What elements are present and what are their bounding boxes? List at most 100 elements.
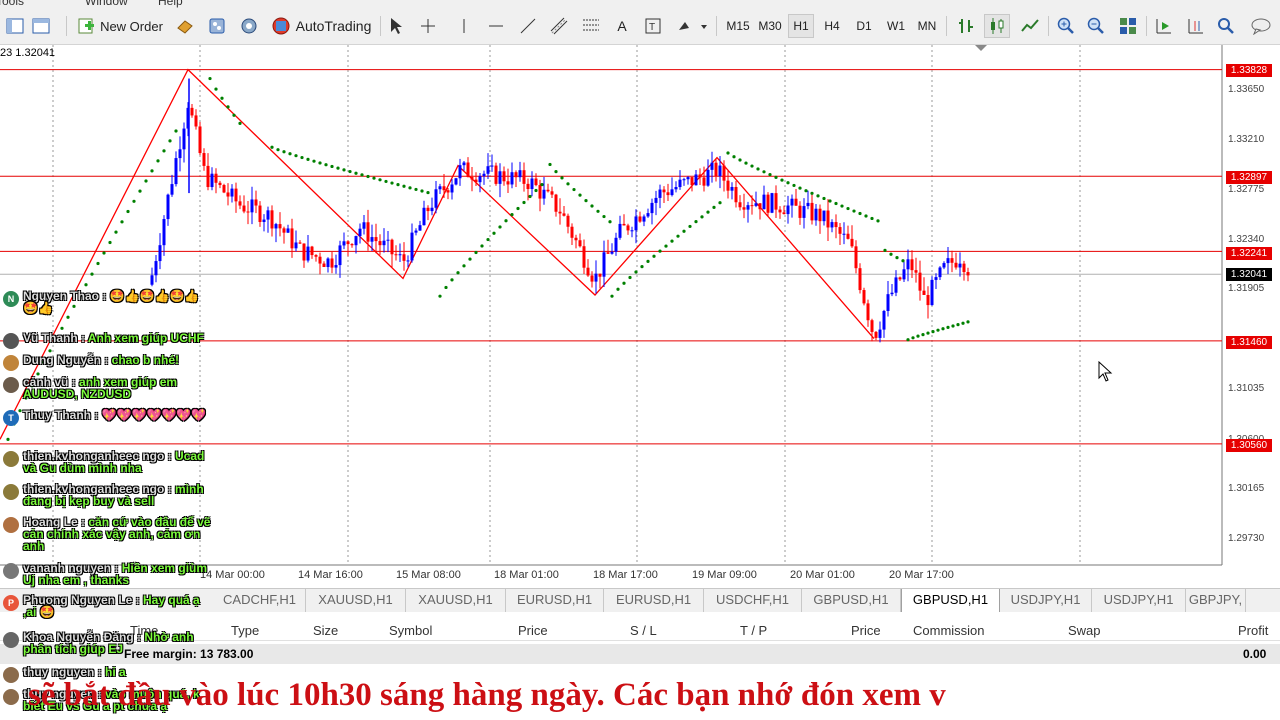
arrows-dropdown-icon[interactable] <box>674 14 710 38</box>
chat-message: vananh nguyen : Hiền xem giùm Uj nha em … <box>3 562 213 586</box>
cursor-tool-icon[interactable] <box>386 14 406 38</box>
column-header[interactable]: Price <box>518 623 548 638</box>
tile-windows-icon[interactable] <box>1116 14 1140 38</box>
chart-tab[interactable]: GBPUSD,H1 <box>901 589 1000 614</box>
autotrading-button[interactable]: AutoTrading <box>268 14 374 38</box>
candle-body <box>814 208 818 221</box>
sar-dot <box>238 121 242 126</box>
zoom-out-icon[interactable] <box>1084 14 1108 38</box>
chart-tab[interactable]: USDJPY,H1 <box>1000 589 1092 612</box>
sar-dot <box>646 259 650 263</box>
chat-icon[interactable] <box>1248 14 1274 38</box>
candle-body <box>246 211 250 213</box>
chart-tab[interactable]: XAUUSD,H1 <box>306 589 406 612</box>
zoom-in-icon[interactable] <box>1054 14 1078 38</box>
sar-dot <box>282 150 286 154</box>
sar-dot <box>162 149 166 153</box>
chart-tab[interactable]: GBPUSD,H1 <box>802 589 901 612</box>
column-header[interactable]: Commission <box>913 623 985 638</box>
candle-body <box>406 260 410 262</box>
candle-body <box>554 194 558 212</box>
fibonacci-icon[interactable] <box>580 14 602 38</box>
column-header[interactable]: T / P <box>740 623 767 638</box>
horizontal-line-icon[interactable] <box>486 14 506 38</box>
candle-body <box>730 186 734 191</box>
candle-body <box>578 240 582 247</box>
candle-body <box>198 126 202 154</box>
text-tool-icon[interactable]: A <box>612 14 632 38</box>
candle-body <box>550 191 554 195</box>
crosshair-icon[interactable] <box>418 14 438 38</box>
sar-dot <box>792 183 796 188</box>
timeframe-h4[interactable]: H4 <box>820 14 844 38</box>
timeframe-h1[interactable]: H1 <box>788 14 814 38</box>
candle-body <box>218 182 222 186</box>
column-header[interactable]: S / L <box>630 623 657 638</box>
sar-dot <box>906 338 910 342</box>
timeframe-mn[interactable]: MN <box>914 14 940 38</box>
column-header[interactable]: Swap <box>1068 623 1101 638</box>
candle-body <box>282 228 286 233</box>
candle-body <box>666 192 670 196</box>
column-header[interactable]: Symbol <box>389 623 432 638</box>
navigator-icon[interactable] <box>238 14 260 38</box>
candle-body <box>870 320 874 332</box>
candle-body <box>642 216 646 222</box>
bar-chart-icon[interactable] <box>954 14 978 38</box>
search-icon[interactable] <box>1214 14 1238 38</box>
sar-dot <box>84 283 88 287</box>
window-icon[interactable] <box>4 14 26 38</box>
candle-body <box>254 199 258 206</box>
timeframe-d1[interactable]: D1 <box>852 14 876 38</box>
candlestick-chart-icon[interactable] <box>984 14 1010 38</box>
menu-bar: Tools Window Help <box>0 0 1280 8</box>
column-header[interactable]: Profit <box>1238 623 1268 638</box>
timeframe-m15[interactable]: M15 <box>724 14 752 38</box>
sar-dot <box>572 187 576 192</box>
chat-message: cảnh vũ : anh xem giúp em AUDUSD, NZDUSD <box>3 376 213 400</box>
column-header[interactable]: Type <box>231 623 259 638</box>
trendline-icon[interactable] <box>518 14 538 38</box>
candle-body <box>466 162 470 178</box>
market-watch-icon[interactable] <box>174 14 196 38</box>
candle-body <box>686 177 690 180</box>
vertical-line-icon[interactable] <box>454 14 474 38</box>
chart-shift-icon[interactable] <box>1184 14 1208 38</box>
sar-dot <box>726 151 730 155</box>
candle-body <box>450 184 454 193</box>
auto-scroll-icon[interactable] <box>1152 14 1176 38</box>
candle-body <box>606 252 610 254</box>
sar-dot <box>226 105 230 109</box>
chart-tab[interactable]: XAUUSD,H1 <box>406 589 506 612</box>
sar-dot <box>492 231 496 235</box>
line-chart-icon[interactable] <box>1018 14 1042 38</box>
sar-dot <box>324 163 328 167</box>
chart-tab[interactable]: EURUSD,H1 <box>506 589 604 612</box>
menu-help[interactable]: Help <box>158 0 183 8</box>
candle-body <box>842 233 846 235</box>
candle-body <box>462 162 466 166</box>
chart-tab[interactable]: EURUSD,H1 <box>604 589 704 612</box>
candle-body <box>326 258 330 268</box>
sar-dot <box>144 179 148 183</box>
menu-window[interactable]: Window <box>85 0 128 8</box>
column-header[interactable]: Price <box>851 623 881 638</box>
candle-body <box>438 186 442 190</box>
timeframe-w1[interactable]: W1 <box>884 14 908 38</box>
candle-body <box>170 184 174 195</box>
sar-dot <box>120 220 124 224</box>
panel-icon[interactable] <box>30 14 52 38</box>
timeframe-m30[interactable]: M30 <box>756 14 784 38</box>
new-order-button[interactable]: New Order <box>74 14 166 38</box>
chart-tab[interactable]: USDJPY,H1 <box>1092 589 1186 612</box>
menu-tools[interactable]: Tools <box>0 0 24 8</box>
chart-tab[interactable]: USDCHF,H1 <box>704 589 802 612</box>
chart-tab[interactable]: GBPJPY, <box>1186 589 1246 612</box>
candle-body <box>706 169 710 186</box>
data-window-icon[interactable] <box>206 14 228 38</box>
text-label-icon[interactable]: T <box>642 14 664 38</box>
candle-body <box>222 185 226 193</box>
chart-tab[interactable]: CADCHF,H1 <box>214 589 306 612</box>
column-header[interactable]: Size <box>313 623 338 638</box>
channel-icon[interactable] <box>548 14 570 38</box>
